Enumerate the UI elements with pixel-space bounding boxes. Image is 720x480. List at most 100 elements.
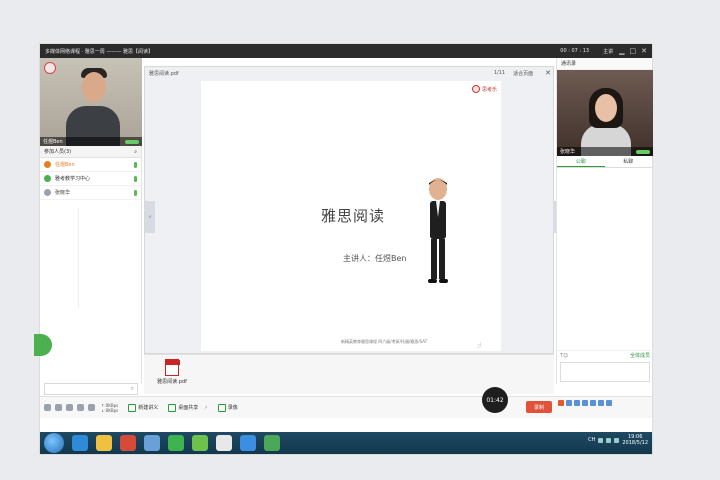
teacher-cam-name: 任煜Ben xyxy=(43,139,63,145)
ime-keyboard-icon[interactable] xyxy=(590,400,596,406)
mic-icon[interactable] xyxy=(44,404,51,411)
participant-item[interactable]: 雅考教学习中心 xyxy=(40,172,141,186)
prev-page-button[interactable]: ‹ xyxy=(145,201,155,233)
add-doc-icon xyxy=(128,403,137,412)
pointer-hand-icon[interactable]: ☝ xyxy=(477,341,482,350)
system-tray: CH 19:06 2018/5/12 xyxy=(588,434,648,446)
participant-search-input[interactable]: ⌕ xyxy=(44,383,138,395)
recording-label: 录像 xyxy=(227,405,238,411)
window-controls: ▁ □ ✕ xyxy=(619,47,647,55)
new-lecture-label: 新建讲义 xyxy=(138,405,159,411)
left-panel: 任煜Ben 参加人员(3) ⌕ 任煜Ben 雅考教学习中心张晓华 xyxy=(34,58,142,384)
chrome-icon[interactable] xyxy=(216,435,232,451)
slide-speaker: 主讲人：任煜Ben xyxy=(343,254,407,263)
viewer-toolbar: 雅思阅读.pdf 1/11 适合页面 ✕ xyxy=(145,67,555,79)
student-face xyxy=(595,94,617,122)
close-icon[interactable]: ✕ xyxy=(641,47,647,55)
ime-toolbar xyxy=(558,400,612,406)
participant-item[interactable]: 张晓华 xyxy=(40,186,141,200)
chat-recipient-select[interactable]: 全体成员 xyxy=(630,352,650,359)
participant-role-icon xyxy=(44,189,51,196)
maximize-icon[interactable]: □ xyxy=(630,47,637,55)
notes-icon[interactable] xyxy=(144,435,160,451)
ime-skin-icon[interactable] xyxy=(598,400,604,406)
speaker-icon[interactable] xyxy=(55,404,62,411)
contacts-header: 通讯录 xyxy=(557,58,652,70)
folder-icon[interactable] xyxy=(96,435,112,451)
phone-icon[interactable] xyxy=(77,404,84,411)
app-window: 多媒体网络课程 · 雅思一周 ——— 雅思【阅读】 00 : 07 : 13 主… xyxy=(34,44,653,454)
teacher-namebar: 任煜Ben xyxy=(40,137,142,146)
slide-brand: 思考乐 xyxy=(471,85,497,93)
network-icon[interactable] xyxy=(598,437,604,443)
signal-icon xyxy=(125,139,139,144)
device-controls xyxy=(44,404,95,411)
flash-icon[interactable]: ⚡ xyxy=(204,405,208,411)
record-button[interactable]: 录制 xyxy=(526,401,552,413)
student-video[interactable]: 张晓华 xyxy=(557,70,653,156)
language-indicator[interactable]: CH xyxy=(588,437,595,443)
share-screen-button[interactable]: 桌面共享 xyxy=(168,403,199,412)
chat-tabs: 公聊 私聊 xyxy=(557,156,652,168)
ime-tools-icon[interactable] xyxy=(606,400,612,406)
divider xyxy=(78,208,79,308)
media-icon[interactable] xyxy=(192,435,208,451)
ime-punct-icon[interactable] xyxy=(574,400,580,406)
tab-public-chat[interactable]: 公聊 xyxy=(557,156,605,167)
search-icon: ⌕ xyxy=(130,385,134,392)
clock[interactable]: 19:06 2018/5/12 xyxy=(622,434,648,446)
mic-status-icon[interactable] xyxy=(134,189,137,196)
ime-emoji-icon[interactable] xyxy=(582,400,588,406)
mic-status-icon[interactable] xyxy=(134,175,137,182)
slide-title: 雅思阅读 xyxy=(321,207,386,225)
recording-timer: 01:42 xyxy=(482,387,508,413)
chat-tools: T☺ 全体成员 xyxy=(557,350,653,360)
minimize-icon[interactable]: ▁ xyxy=(619,47,624,55)
user-label[interactable]: 主讲 xyxy=(603,48,613,55)
speed-up: ↑:0KBps xyxy=(101,402,119,408)
participant-name: 张晓华 xyxy=(55,190,71,196)
app-red-icon[interactable] xyxy=(120,435,136,451)
network-speed: ↑:0KBps ↓:0KBps xyxy=(101,403,118,413)
fit-page-select[interactable]: 适合页面 xyxy=(513,70,533,77)
tab-private-chat[interactable]: 私聊 xyxy=(605,156,653,167)
volume-icon[interactable] xyxy=(606,437,612,443)
float-button[interactable] xyxy=(34,334,52,356)
search-icon[interactable]: ⌕ xyxy=(134,149,137,155)
signal-icon xyxy=(636,149,650,154)
right-panel: 通讯录 张晓华 公聊 私聊 T☺ 全体成员 xyxy=(556,58,653,384)
wechat-icon[interactable] xyxy=(168,435,184,451)
qq-icon[interactable] xyxy=(240,435,256,451)
file-item[interactable]: 雅思阅读.pdf xyxy=(154,359,190,385)
clock-date: 2018/5/12 xyxy=(622,440,648,446)
participant-list: 任煜Ben 雅考教学习中心张晓华 xyxy=(40,158,141,200)
chat-input[interactable] xyxy=(560,362,650,382)
taskbar-apps xyxy=(68,435,284,451)
share-screen-label: 桌面共享 xyxy=(178,405,199,411)
ie-icon[interactable] xyxy=(72,435,88,451)
new-lecture-button[interactable]: 新建讲义 xyxy=(128,403,159,412)
start-button[interactable] xyxy=(44,433,64,453)
recording-button[interactable]: 录像 xyxy=(217,403,238,412)
os-taskbar: CH 19:06 2018/5/12 xyxy=(40,432,652,454)
battery-icon[interactable] xyxy=(614,437,620,443)
student-cam-name: 张晓华 xyxy=(560,149,576,155)
participant-name: 任煜Ben xyxy=(55,162,75,168)
window-title: 多媒体网络课程 · 雅思一周 ——— 雅思【阅读】 xyxy=(45,48,153,55)
participant-item[interactable]: 任煜Ben xyxy=(40,158,141,172)
participant-role-icon xyxy=(44,161,51,168)
close-doc-icon[interactable]: ✕ xyxy=(545,69,551,77)
mic-status-icon[interactable] xyxy=(134,161,137,168)
page-indicator[interactable]: 1/11 xyxy=(494,70,505,76)
camera-icon[interactable] xyxy=(66,404,73,411)
ime-mode-icon[interactable] xyxy=(566,400,572,406)
sogou-ime-icon[interactable] xyxy=(558,400,564,406)
session-clock: 00 : 07 : 13 xyxy=(560,48,590,54)
file-name: 雅思阅读.pdf xyxy=(157,379,187,385)
chat-format-tools[interactable]: T☺ xyxy=(560,353,568,359)
brand-mascot-icon xyxy=(471,85,480,93)
participants-header: 参加人员(3) ⌕ xyxy=(40,146,141,158)
settings-icon[interactable] xyxy=(88,404,95,411)
teacher-video[interactable]: 任煜Ben xyxy=(40,58,142,146)
class-app-icon[interactable] xyxy=(264,435,280,451)
